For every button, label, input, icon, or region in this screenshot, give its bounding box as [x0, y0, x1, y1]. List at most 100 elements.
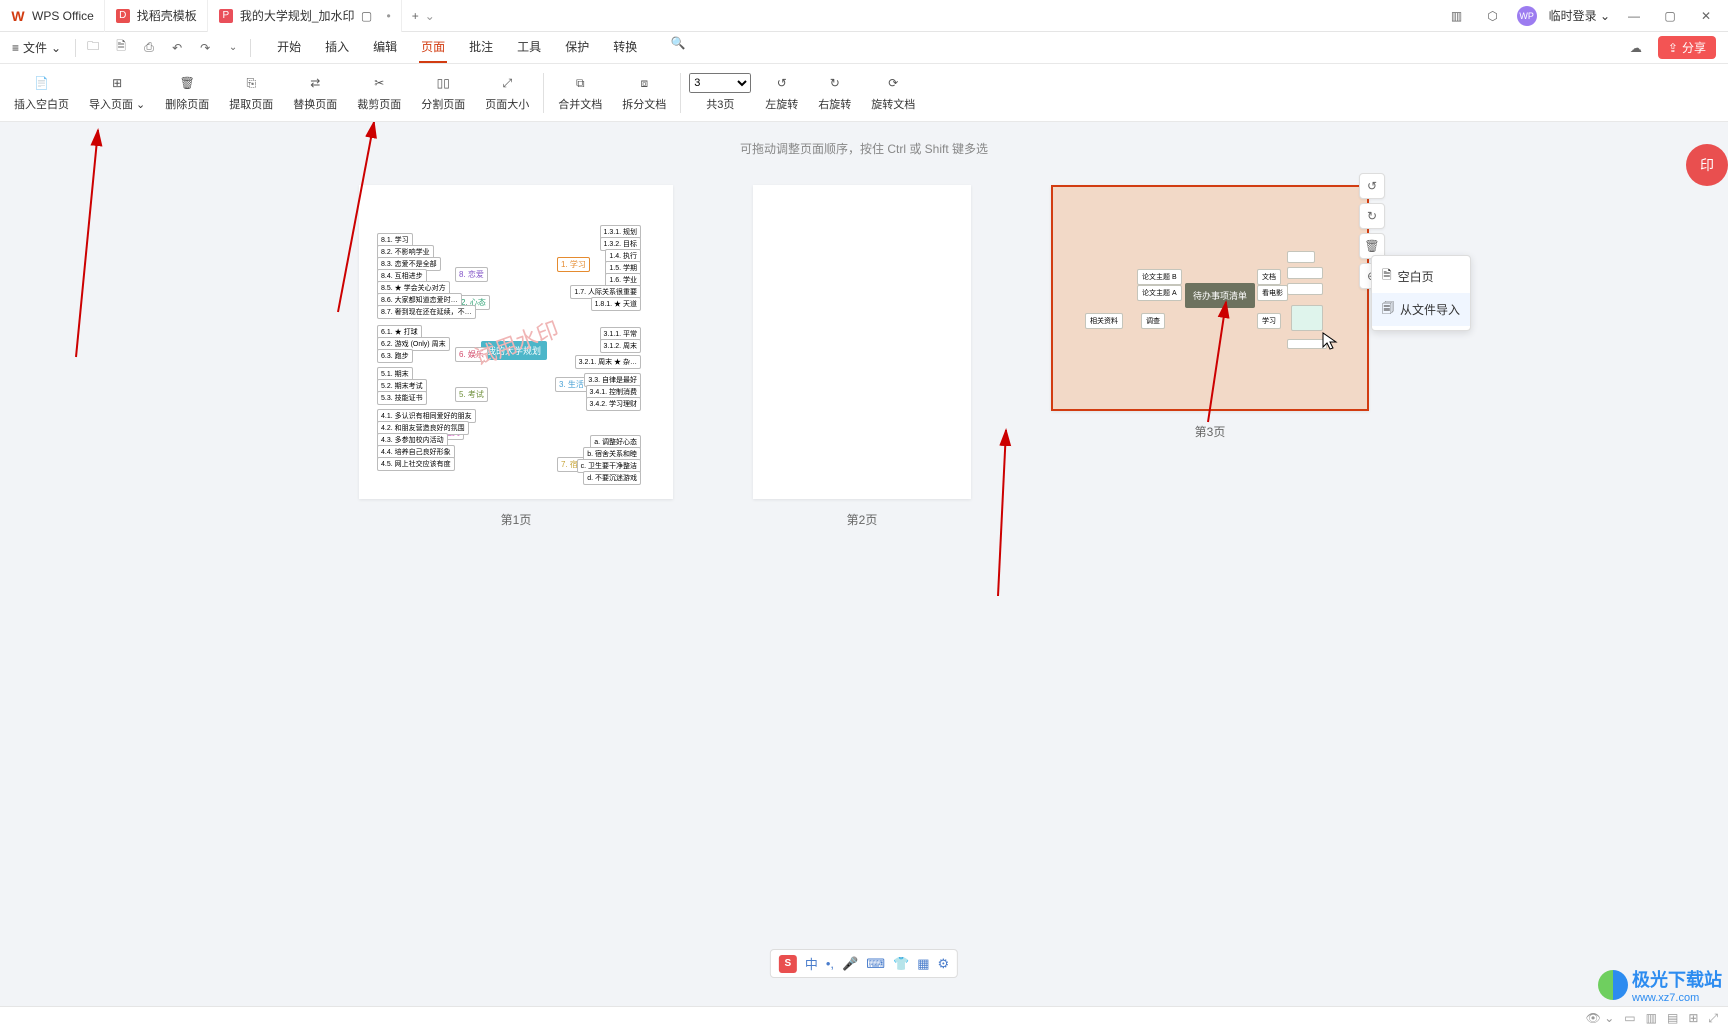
ime-toolbox-icon[interactable]: ▦	[917, 956, 929, 972]
login-label[interactable]: 临时登录 ⌄	[1549, 7, 1610, 24]
insert-blank-button[interactable]: 📄 插入空白页	[8, 69, 75, 116]
replace-page-label: 替换页面	[293, 96, 337, 112]
divider	[680, 73, 681, 113]
ime-settings-icon[interactable]: ⚙	[937, 956, 949, 972]
ime-punct-icon[interactable]: •,	[826, 956, 834, 971]
replace-page-button[interactable]: ⇄ 替换页面	[287, 69, 343, 116]
tab-edit[interactable]: 编辑	[371, 32, 399, 63]
rotate-left-button[interactable]: ↺ 左旋转	[759, 69, 804, 116]
split-doc-button[interactable]: ⧈ 拆分文档	[616, 69, 672, 116]
mm-leaf: d. 不要沉迷游戏	[583, 471, 641, 485]
status-right: 👁 ⌄ ▭ ▥ ▤ ⊞ ⤢	[1586, 1011, 1718, 1026]
page-select-input[interactable]: 3	[689, 73, 751, 93]
app-tab[interactable]: W WPS Office	[0, 0, 105, 32]
minimize-icon[interactable]: —	[1622, 4, 1646, 28]
wps-logo-icon: W	[10, 8, 26, 24]
template-icon: D	[115, 8, 131, 24]
popup-blank-page[interactable]: 🗎 空白页	[1372, 260, 1470, 293]
todo-leaf	[1287, 339, 1327, 349]
tab-tools[interactable]: 工具	[515, 32, 543, 63]
split-doc-label: 拆分文档	[622, 96, 666, 112]
status-expand-icon[interactable]: ⤢	[1708, 1011, 1718, 1026]
chevron-down-icon: ⌄	[51, 41, 61, 55]
rotate-ccw-icon[interactable]: ↺	[1359, 173, 1385, 199]
pdf-icon: P	[218, 8, 234, 24]
close-icon[interactable]: ✕	[1694, 4, 1718, 28]
page-thumb-3[interactable]: 待办事项清单 论文主题 B 论文主题 A 调查 相关资料 文档 看电影 学习 ↺	[1051, 185, 1369, 440]
delete-page-button[interactable]: 🗑 删除页面	[159, 69, 215, 116]
todo-node: 调查	[1141, 313, 1165, 329]
page-size-label: 页面大小	[485, 96, 529, 112]
cursor-icon	[1322, 332, 1338, 352]
todo-leaf	[1287, 267, 1323, 279]
file-menu[interactable]: ≡ 文件 ⌄	[12, 39, 61, 56]
mindmap-content: 我的大学规划 1. 学习 2. 心态 3. 生活 4. 社交 5. 考试 6. …	[371, 197, 661, 487]
page-selector: 3 共3页	[689, 73, 751, 112]
status-view1-icon[interactable]: ▭	[1624, 1011, 1635, 1026]
search-icon[interactable]: 🔍	[667, 32, 689, 54]
ime-keyboard-icon[interactable]: ⌨	[866, 956, 885, 972]
cloud-icon[interactable]: ☁	[1624, 36, 1648, 60]
tab-options-icon[interactable]: ▢	[355, 4, 379, 28]
tab-convert[interactable]: 转换	[611, 32, 639, 63]
page-delete-icon: 🗑	[177, 73, 197, 93]
status-view4-icon[interactable]: ⊞	[1688, 1011, 1698, 1026]
ime-mic-icon[interactable]: 🎤	[842, 956, 858, 972]
open-icon[interactable]: 🗀	[82, 37, 104, 59]
page-thumb-1[interactable]: 我的大学规划 1. 学习 2. 心态 3. 生活 4. 社交 5. 考试 6. …	[359, 185, 673, 528]
page-2-box[interactable]	[753, 185, 971, 499]
ime-lang[interactable]: 中	[805, 954, 818, 973]
watermark-badge[interactable]: 印	[1686, 144, 1728, 186]
status-eye-icon[interactable]: 👁 ⌄	[1586, 1011, 1615, 1026]
status-view2-icon[interactable]: ▥	[1646, 1011, 1657, 1026]
site-name: 极光下载站	[1632, 966, 1722, 992]
new-tab-button[interactable]: + ⌄	[402, 0, 445, 32]
tab-start[interactable]: 开始	[275, 32, 303, 63]
page-3-box[interactable]: 待办事项清单 论文主题 B 论文主题 A 调查 相关资料 文档 看电影 学习 ↺	[1051, 185, 1369, 411]
close-tab-icon[interactable]: •	[387, 9, 391, 23]
share-button[interactable]: ⇪ 分享	[1658, 36, 1716, 59]
page-plus-icon: 📄	[32, 73, 52, 93]
page-size-button[interactable]: ⤢ 页面大小	[479, 69, 535, 116]
crop-page-label: 裁剪页面	[357, 96, 401, 112]
layout-icon[interactable]: ▥	[1445, 4, 1469, 28]
mm-cat: 3. 生活	[555, 377, 588, 392]
cube-icon[interactable]: ⬡	[1481, 4, 1505, 28]
mm-leaf: 6.3. 跑步	[377, 349, 413, 363]
ime-bar[interactable]: S 中 •, 🎤 ⌨ 👕 ▦ ⚙	[770, 949, 958, 978]
tab-page[interactable]: 页面	[419, 32, 447, 63]
menu-right: ☁ ⇪ 分享	[1624, 36, 1716, 60]
undo-icon[interactable]: ↶	[166, 37, 188, 59]
page-thumb-2[interactable]: 第2页	[753, 185, 971, 528]
todo-leaf	[1287, 283, 1323, 295]
rotate-doc-button[interactable]: ⟳ 旋转文档	[865, 69, 921, 116]
page-1-box[interactable]: 我的大学规划 1. 学习 2. 心态 3. 生活 4. 社交 5. 考试 6. …	[359, 185, 673, 499]
menu-tabs: 开始 插入 编辑 页面 批注 工具 保护 转换 🔍	[275, 32, 689, 63]
tab-protect[interactable]: 保护	[563, 32, 591, 63]
insert-blank-label: 插入空白页	[14, 96, 69, 112]
rotate-right-button[interactable]: ↻ 右旋转	[812, 69, 857, 116]
redo-icon[interactable]: ↷	[194, 37, 216, 59]
qat-dropdown-icon[interactable]: ⌄	[222, 37, 244, 59]
mm-leaf: 8.7. 奢到现在还在延续，不…	[377, 305, 476, 319]
import-page-button[interactable]: ⊞ 导入页面 ⌄	[83, 69, 151, 116]
save-icon[interactable]: 🗎	[110, 37, 132, 59]
extract-page-button[interactable]: ⎘ 提取页面	[223, 69, 279, 116]
ime-skin-icon[interactable]: 👕	[893, 956, 909, 972]
avatar[interactable]: WP	[1517, 6, 1537, 26]
tab-comment[interactable]: 批注	[467, 32, 495, 63]
popup-from-file[interactable]: 🗐 从文件导入	[1372, 293, 1470, 326]
crop-page-button[interactable]: ✂ 裁剪页面	[351, 69, 407, 116]
status-view3-icon[interactable]: ▤	[1667, 1011, 1678, 1026]
chevron-down-icon[interactable]: ⌄	[425, 9, 435, 23]
merge-doc-button[interactable]: ⧉ 合并文档	[552, 69, 608, 116]
todo-node: 论文主题 A	[1137, 285, 1182, 301]
print-icon[interactable]: ⎙	[138, 37, 160, 59]
tab-insert[interactable]: 插入	[323, 32, 351, 63]
mm-leaf: 4.5. 网上社交应该有度	[377, 457, 455, 471]
document-tab[interactable]: P 我的大学规划_加水印 ▢ •	[208, 0, 402, 32]
maximize-icon[interactable]: ▢	[1658, 4, 1682, 28]
rotate-cw-icon[interactable]: ↻	[1359, 203, 1385, 229]
template-tab[interactable]: D 找稻壳模板	[105, 0, 208, 32]
split-page-button[interactable]: ▯▯ 分割页面	[415, 69, 471, 116]
